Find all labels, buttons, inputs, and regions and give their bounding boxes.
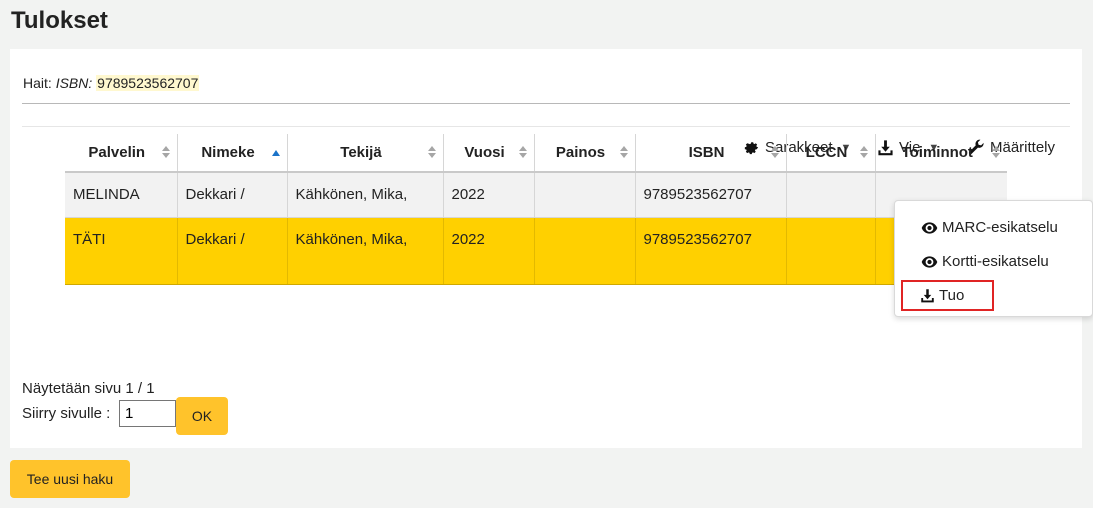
column-header-label: Toiminnot: [901, 144, 973, 161]
menu-item-label: Tuo: [939, 287, 965, 304]
column-header-toiminnot[interactable]: Toiminnot: [874, 134, 1007, 173]
column-header-palvelin[interactable]: Palvelin: [65, 134, 177, 173]
column-header-label: Painos: [555, 144, 606, 161]
table-row: TÄTI Dekkari / Kähkönen, Mika, 2022 9789…: [65, 217, 1007, 285]
table-cell: [533, 172, 635, 218]
table-cell: 2022: [442, 172, 534, 218]
search-field: ISBN:: [55, 75, 93, 91]
column-header-label: Tekijä: [340, 144, 382, 161]
column-header-label: Palvelin: [88, 144, 146, 161]
table-cell: [785, 172, 875, 218]
table-header-row: Palvelin Nimeke Tekijä Vuosi Painos ISBN…: [65, 134, 1007, 173]
column-header-label: Nimeke: [201, 144, 255, 161]
sort-icon: [770, 146, 779, 160]
download-icon: [921, 289, 934, 303]
sort-icon: [427, 146, 436, 160]
sort-icon: [518, 146, 527, 160]
table-cell: 2022: [442, 217, 534, 285]
goto-page-label: Siirry sivulle :: [22, 405, 111, 422]
search-value: 9789523562707: [96, 75, 200, 91]
sort-icon: [859, 146, 868, 160]
page-number-input[interactable]: [119, 400, 176, 427]
page-title: Tulokset: [11, 7, 108, 34]
menu-item-label: Kortti-esikatselu: [942, 253, 1049, 270]
column-header-label: Vuosi: [464, 144, 505, 161]
results-table: Palvelin Nimeke Tekijä Vuosi Painos ISBN…: [65, 134, 1007, 285]
column-header-painos[interactable]: Painos: [533, 134, 635, 173]
column-header-tekija[interactable]: Tekijä: [286, 134, 443, 173]
menu-item-import[interactable]: Tuo: [901, 280, 994, 311]
table-cell: TÄTI: [65, 217, 177, 285]
table-cell: Kähkönen, Mika,: [286, 217, 443, 285]
menu-item-marc-preview[interactable]: MARC-esikatselu: [921, 219, 1058, 236]
column-header-label: LCCN: [805, 144, 848, 161]
table-cell: Kähkönen, Mika,: [286, 172, 443, 218]
ok-button[interactable]: OK: [176, 397, 228, 435]
table-cell: [533, 217, 635, 285]
pagination-status: Näytetään sivu 1 / 1: [22, 380, 155, 397]
table-cell: 9789523562707: [634, 172, 786, 218]
table-row: MELINDA Dekkari / Kähkönen, Mika, 2022 9…: [65, 172, 1007, 218]
sort-icon: [992, 146, 1000, 160]
new-search-button[interactable]: Tee uusi haku: [10, 460, 130, 498]
column-header-vuosi[interactable]: Vuosi: [442, 134, 534, 173]
menu-item-label: MARC-esikatselu: [942, 219, 1058, 236]
divider: [22, 126, 1070, 127]
column-header-label: ISBN: [688, 144, 725, 161]
column-header-lccn[interactable]: LCCN: [785, 134, 875, 173]
sort-ascending-icon: [271, 146, 280, 160]
search-summary: Hait: ISBN: 9789523562707: [23, 75, 200, 91]
table-cell: 9789523562707: [634, 217, 786, 285]
eye-icon: [921, 255, 938, 268]
table-cell: Dekkari /: [176, 217, 287, 285]
table-cell: [785, 217, 875, 285]
column-header-isbn[interactable]: ISBN: [634, 134, 786, 173]
actions-dropdown-menu: MARC-esikatselu Kortti-esikatselu Tuo: [894, 200, 1093, 317]
search-prefix: Hait:: [23, 75, 52, 91]
menu-item-card-preview[interactable]: Kortti-esikatselu: [921, 253, 1049, 270]
sort-icon: [161, 146, 170, 160]
table-cell: MELINDA: [65, 172, 177, 218]
sort-icon: [619, 146, 628, 160]
eye-icon: [921, 221, 938, 234]
column-header-nimeke[interactable]: Nimeke: [176, 134, 287, 173]
divider: [22, 103, 1070, 104]
table-cell: Dekkari /: [176, 172, 287, 218]
